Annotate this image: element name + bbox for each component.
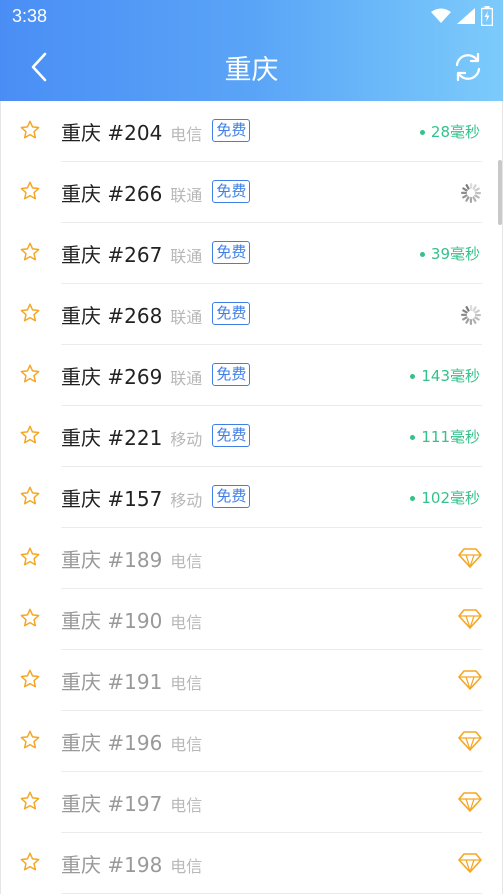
server-isp: 电信: [170, 857, 203, 876]
server-row[interactable]: 重庆 #266 联通 免费: [1, 162, 502, 223]
latency-text: 111毫秒: [421, 428, 480, 446]
star-outline-icon[interactable]: [19, 363, 41, 385]
server-row[interactable]: 重庆 #198 电信: [1, 833, 502, 894]
status-dot-icon: [410, 435, 416, 440]
star-outline-icon[interactable]: [19, 119, 41, 141]
star-outline-icon[interactable]: [19, 546, 41, 568]
diamond-icon[interactable]: [458, 669, 482, 691]
star-outline-icon[interactable]: [19, 729, 41, 751]
server-name: 重庆 #221: [61, 426, 163, 450]
star-outline-icon[interactable]: [19, 241, 41, 263]
server-list[interactable]: 重庆 #204 电信 免费 28毫秒 重庆 #266 联通 免费 重庆 #267 联通 免费 39毫…: [0, 101, 503, 894]
server-name: 重庆 #189: [61, 548, 163, 572]
server-isp: 电信: [170, 125, 203, 144]
server-name: 重庆 #269: [61, 365, 163, 389]
latency-text: 39毫秒: [430, 245, 480, 263]
server-name: 重庆 #196: [61, 731, 163, 755]
diamond-icon[interactable]: [458, 730, 482, 752]
latency-text: 28毫秒: [430, 123, 480, 141]
star-outline-icon[interactable]: [19, 668, 41, 690]
server-isp: 联通: [170, 308, 203, 327]
server-name: 重庆 #157: [61, 487, 163, 511]
latency-text: 102毫秒: [421, 489, 480, 507]
server-row[interactable]: 重庆 #157 移动 免费 102毫秒: [1, 467, 502, 528]
refresh-icon: [455, 52, 481, 82]
server-name: 重庆 #191: [61, 670, 163, 694]
server-name: 重庆 #268: [61, 304, 163, 328]
server-row[interactable]: 重庆 #221 移动 免费 111毫秒: [1, 406, 502, 467]
wifi-icon: [431, 8, 451, 28]
server-name: 重庆 #197: [61, 792, 163, 816]
server-name: 重庆 #190: [61, 609, 163, 633]
star-outline-icon[interactable]: [19, 302, 41, 324]
server-row[interactable]: 重庆 #268 联通 免费: [1, 284, 502, 345]
server-row[interactable]: 重庆 #191 电信: [1, 650, 502, 711]
star-outline-icon[interactable]: [19, 851, 41, 873]
status-time: 3:38: [12, 6, 48, 26]
star-outline-icon[interactable]: [19, 424, 41, 446]
server-isp: 联通: [170, 186, 203, 205]
free-badge: 免费: [212, 302, 251, 325]
server-name: 重庆 #198: [61, 853, 163, 877]
diamond-icon[interactable]: [458, 608, 482, 630]
battery-icon: [480, 6, 494, 30]
spinner-icon: [460, 182, 482, 204]
server-row[interactable]: 重庆 #189 电信: [1, 528, 502, 589]
free-badge: 免费: [212, 424, 251, 447]
refresh-button[interactable]: [451, 50, 485, 84]
latency-value: 111毫秒: [410, 426, 480, 447]
free-badge: 免费: [212, 485, 251, 508]
free-badge: 免费: [212, 119, 251, 142]
server-name: 重庆 #267: [61, 243, 163, 267]
server-isp: 移动: [170, 430, 203, 449]
server-isp: 电信: [170, 735, 203, 754]
latency-text: 143毫秒: [421, 367, 480, 385]
free-badge: 免费: [212, 180, 251, 203]
diamond-icon[interactable]: [458, 547, 482, 569]
signal-icon: [457, 8, 475, 28]
server-row[interactable]: 重庆 #190 电信: [1, 589, 502, 650]
server-isp: 电信: [170, 674, 203, 693]
server-row[interactable]: 重庆 #197 电信: [1, 772, 502, 833]
latency-value: 102毫秒: [410, 487, 480, 508]
star-outline-icon[interactable]: [19, 485, 41, 507]
status-bar: 3:38: [0, 0, 503, 34]
free-badge: 免费: [212, 241, 251, 264]
server-name: 重庆 #266: [61, 182, 163, 206]
server-row[interactable]: 重庆 #269 联通 免费 143毫秒: [1, 345, 502, 406]
latency-value: 39毫秒: [419, 243, 480, 264]
diamond-icon[interactable]: [458, 791, 482, 813]
server-isp: 电信: [170, 552, 203, 571]
diamond-icon[interactable]: [458, 852, 482, 874]
server-name: 重庆 #204: [61, 121, 163, 145]
spinner-icon: [460, 304, 482, 326]
scrollbar[interactable]: [498, 160, 502, 225]
server-row[interactable]: 重庆 #267 联通 免费 39毫秒: [1, 223, 502, 284]
status-dot-icon: [410, 374, 416, 379]
free-badge: 免费: [212, 363, 251, 386]
latency-value: 28毫秒: [419, 121, 480, 142]
nav-bar: 重庆: [0, 34, 503, 101]
latency-value: 143毫秒: [410, 365, 480, 386]
server-isp: 联通: [170, 247, 203, 266]
star-outline-icon[interactable]: [19, 790, 41, 812]
star-outline-icon[interactable]: [19, 180, 41, 202]
server-isp: 电信: [170, 796, 203, 815]
server-isp: 移动: [170, 491, 203, 510]
star-outline-icon[interactable]: [19, 607, 41, 629]
status-dot-icon: [419, 130, 425, 135]
server-isp: 联通: [170, 369, 203, 388]
server-row[interactable]: 重庆 #196 电信: [1, 711, 502, 772]
page-title: 重庆: [224, 55, 279, 86]
server-isp: 电信: [170, 613, 203, 632]
app-header: 3:38 重庆: [0, 0, 503, 101]
server-row[interactable]: 重庆 #204 电信 免费 28毫秒: [1, 101, 502, 162]
status-dot-icon: [410, 496, 416, 501]
status-dot-icon: [419, 252, 425, 257]
